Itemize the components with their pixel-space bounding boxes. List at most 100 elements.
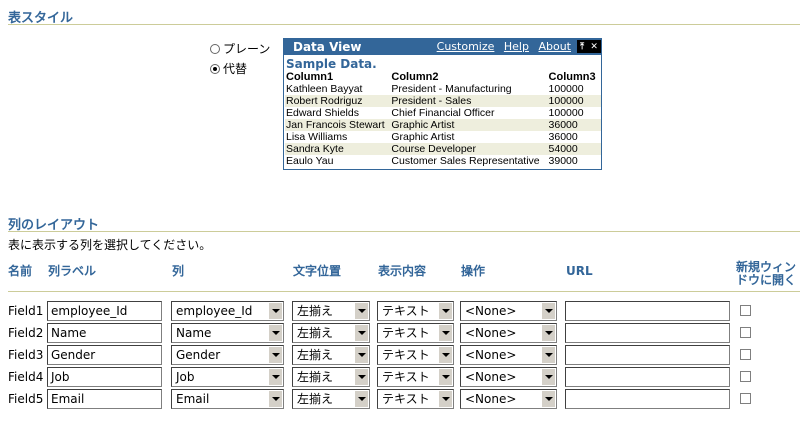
pin-icon[interactable]: ⤒ — [580, 42, 584, 52]
chevron-down-icon[interactable] — [438, 347, 452, 363]
customize-link[interactable]: Customize — [437, 40, 495, 53]
new-window-checkbox[interactable] — [740, 305, 751, 316]
table-cell: President - Sales — [390, 95, 548, 107]
table-cell: Customer Sales Representative — [391, 155, 540, 167]
url-input[interactable] — [565, 301, 730, 321]
chevron-down-icon[interactable] — [354, 369, 368, 385]
column-label-input[interactable]: Job — [47, 367, 162, 387]
action-select[interactable]: <None> — [460, 323, 557, 343]
display-select[interactable]: テキスト — [377, 345, 454, 365]
table-cell: 36000 — [548, 131, 578, 143]
chevron-down-icon[interactable] — [541, 347, 555, 363]
action-select[interactable]: <None> — [460, 389, 557, 409]
table-cell: Lisa Williams — [286, 131, 348, 143]
action-select[interactable]: <None> — [460, 301, 557, 321]
column-label-input[interactable]: Email — [47, 389, 162, 409]
table-row: Robert Rodriguz President - Sales 100000 — [285, 95, 601, 107]
chevron-down-icon[interactable] — [354, 347, 368, 363]
chevron-down-icon[interactable] — [541, 325, 555, 341]
chevron-down-icon[interactable] — [541, 369, 555, 385]
header-column: 列 — [172, 264, 185, 278]
column-layout-description: 表に表示する列を選択してください。 — [8, 238, 212, 252]
align-select[interactable]: 左揃え — [292, 389, 370, 409]
column-label-input[interactable]: Name — [47, 323, 162, 343]
table-cell: Edward Shields — [286, 107, 359, 119]
header-label: 列ラベル — [48, 264, 97, 278]
new-window-checkbox[interactable] — [740, 327, 751, 338]
align-select[interactable]: 左揃え — [292, 345, 370, 365]
column-select[interactable]: Name — [171, 323, 284, 343]
table-cell: Sandra Kyte — [285, 143, 391, 155]
radio-alternate[interactable] — [210, 63, 220, 74]
action-select[interactable]: <None> — [460, 345, 557, 365]
chevron-down-icon[interactable] — [354, 303, 368, 319]
new-window-checkbox[interactable] — [740, 393, 751, 404]
column-header: Column2 — [391, 71, 439, 83]
display-select[interactable]: テキスト — [377, 367, 454, 387]
table-cell: Eaulo Yau — [286, 155, 334, 167]
display-select[interactable]: テキスト — [377, 301, 454, 321]
display-select-value: テキスト — [382, 304, 430, 318]
style-option-alternate[interactable]: 代替 — [210, 60, 247, 77]
align-select[interactable]: 左揃え — [292, 367, 370, 387]
url-input[interactable] — [565, 367, 730, 387]
table-cell: Graphic Artist — [391, 131, 455, 143]
field-name: Field4 — [8, 370, 44, 384]
about-link[interactable]: About — [538, 40, 571, 53]
chevron-down-icon[interactable] — [438, 303, 452, 319]
radio-plain[interactable] — [210, 43, 220, 54]
chevron-down-icon[interactable] — [541, 391, 555, 407]
display-select[interactable]: テキスト — [377, 389, 454, 409]
column-select[interactable]: Email — [171, 389, 284, 409]
chevron-down-icon[interactable] — [438, 369, 452, 385]
chevron-down-icon[interactable] — [541, 303, 555, 319]
data-view-preview: Data View Customize Help About ⤒ ✕ Sampl… — [283, 38, 602, 170]
data-view-header: Data View Customize Help About ⤒ ✕ — [284, 39, 601, 55]
table-cell: 100000 — [548, 83, 584, 95]
chevron-down-icon[interactable] — [354, 391, 368, 407]
display-select[interactable]: テキスト — [377, 323, 454, 343]
column-label-input[interactable]: employee_Id — [47, 301, 162, 321]
table-row: Jan Francois Stewart Graphic Artist 3600… — [285, 119, 601, 131]
display-select-value: テキスト — [382, 392, 430, 406]
chevron-down-icon[interactable] — [268, 369, 282, 385]
column-select[interactable]: Gender — [171, 345, 284, 365]
field-name: Field3 — [8, 348, 44, 362]
section-divider — [8, 231, 800, 232]
chevron-down-icon[interactable] — [268, 347, 282, 363]
align-select-value: 左揃え — [297, 392, 334, 406]
close-icon[interactable]: ✕ — [590, 42, 598, 52]
column-select-value: employee_Id — [176, 304, 253, 318]
table-cell: Kathleen Bayyat — [286, 83, 363, 95]
chevron-down-icon[interactable] — [354, 325, 368, 341]
help-link[interactable]: Help — [504, 40, 529, 53]
header-new-window: 新規ウィン ドウに開く — [736, 261, 796, 287]
action-select[interactable]: <None> — [460, 367, 557, 387]
style-option-plain[interactable]: プレーン — [210, 40, 270, 57]
style-option-plain-label: プレーン — [223, 42, 271, 56]
chevron-down-icon[interactable] — [268, 391, 282, 407]
url-input[interactable] — [565, 389, 730, 409]
chevron-down-icon[interactable] — [268, 303, 282, 319]
action-select-value: <None> — [465, 370, 517, 384]
action-select-value: <None> — [465, 392, 517, 406]
new-window-checkbox[interactable] — [740, 371, 751, 382]
table-cell: President - Manufacturing — [391, 83, 512, 95]
url-input[interactable] — [565, 345, 730, 365]
field-name: Field1 — [8, 304, 44, 318]
action-select-value: <None> — [465, 348, 517, 362]
table-cell: Robert Rodriguz — [285, 95, 391, 107]
column-select[interactable]: employee_Id — [171, 301, 284, 321]
table-cell: Jan Francois Stewart — [285, 119, 391, 131]
table-cell: 100000 — [548, 107, 584, 119]
chevron-down-icon[interactable] — [268, 325, 282, 341]
table-row: Edward Shields Chief Financial Officer 1… — [285, 107, 601, 119]
url-input[interactable] — [565, 323, 730, 343]
column-select[interactable]: Job — [171, 367, 284, 387]
chevron-down-icon[interactable] — [438, 391, 452, 407]
column-label-input[interactable]: Gender — [47, 345, 162, 365]
align-select[interactable]: 左揃え — [292, 323, 370, 343]
new-window-checkbox[interactable] — [740, 349, 751, 360]
align-select[interactable]: 左揃え — [292, 301, 370, 321]
chevron-down-icon[interactable] — [438, 325, 452, 341]
